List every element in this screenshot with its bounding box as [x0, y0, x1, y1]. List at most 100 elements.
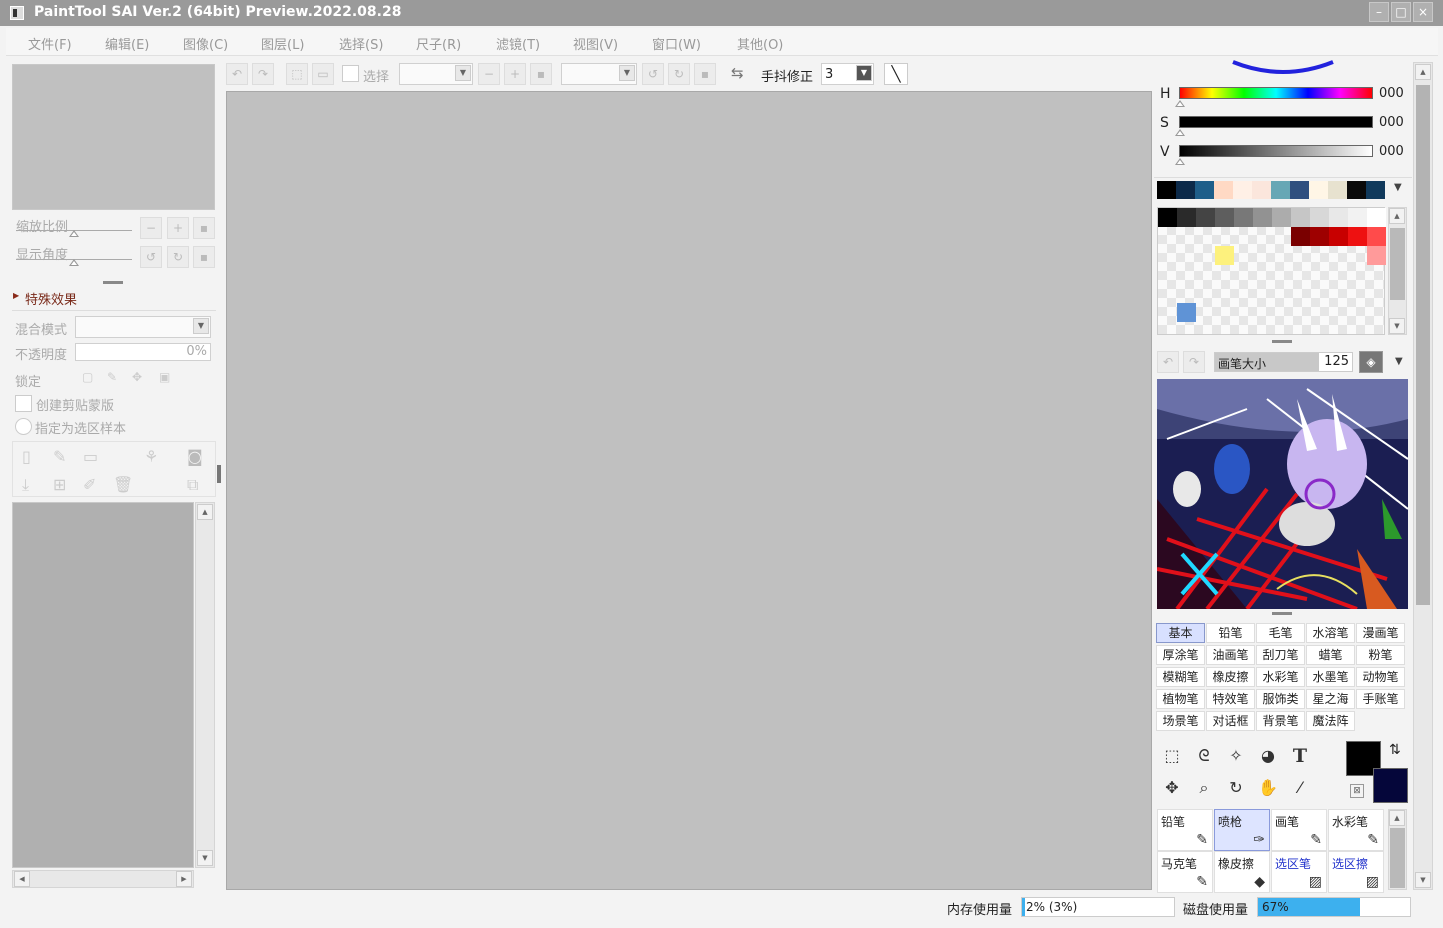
- brush-slot-5[interactable]: 橡皮擦 ◆: [1214, 851, 1270, 893]
- zoom-combo[interactable]: ▼: [399, 63, 473, 85]
- expand-arrow-icon[interactable]: ▶: [13, 291, 19, 300]
- right-panel-scrollbar[interactable]: ▲ ▼: [1413, 62, 1433, 890]
- value-thumb[interactable]: [1175, 158, 1185, 165]
- color-wheel-icon[interactable]: [1228, 58, 1338, 76]
- shape-icon[interactable]: ◕: [1254, 742, 1282, 770]
- brush-slot-2[interactable]: 画笔 ✎: [1271, 809, 1327, 851]
- saturation-thumb[interactable]: [1175, 129, 1185, 136]
- panel-splitter[interactable]: [103, 281, 123, 284]
- brush-slot-3[interactable]: 水彩笔 ✎: [1328, 809, 1384, 851]
- palette-swatch[interactable]: [1196, 208, 1215, 227]
- rotate-icon[interactable]: ↻: [1222, 774, 1250, 802]
- palette-swatch[interactable]: [1310, 208, 1329, 227]
- zoom-reset-button[interactable]: ▪: [193, 217, 215, 239]
- recent-color-swatch[interactable]: [1290, 181, 1309, 199]
- clip-checkbox[interactable]: [15, 395, 32, 412]
- brush-slot-4[interactable]: 马克笔 ✎: [1157, 851, 1213, 893]
- palette-swatch[interactable]: [1348, 208, 1367, 227]
- select-checkbox[interactable]: [342, 65, 359, 82]
- menu-view[interactable]: 视图(V): [573, 34, 618, 53]
- menu-filter[interactable]: 滤镜(T): [496, 34, 540, 53]
- rotate-left-button[interactable]: ↺: [140, 246, 162, 268]
- brush-redo-button[interactable]: ↷: [1183, 351, 1205, 373]
- left-panel-splitter[interactable]: [217, 465, 221, 483]
- hand-icon[interactable]: ✋: [1254, 774, 1282, 802]
- scroll-up-icon[interactable]: ▲: [1415, 64, 1431, 80]
- palette-swatch[interactable]: [1272, 208, 1291, 227]
- palette-swatch[interactable]: [1329, 208, 1348, 227]
- rotate-right-button[interactable]: ↻: [167, 246, 189, 268]
- s-value[interactable]: 000: [1379, 115, 1404, 130]
- zoom-thumb[interactable]: [69, 230, 79, 237]
- scroll-up-icon[interactable]: ▲: [197, 504, 213, 520]
- toolbar-zoom-in-button[interactable]: +: [504, 63, 526, 85]
- menu-window[interactable]: 窗口(W): [652, 34, 701, 53]
- brush-category-4[interactable]: 漫画笔: [1356, 623, 1405, 643]
- reset-colors-icon[interactable]: ⊠: [1350, 784, 1364, 798]
- swatch-splitter[interactable]: [1272, 340, 1292, 343]
- brush-category-9[interactable]: 粉笔: [1356, 645, 1405, 665]
- brush-category-0[interactable]: 基本: [1156, 623, 1205, 643]
- palette-swatch[interactable]: [1234, 208, 1253, 227]
- v-value[interactable]: 000: [1379, 144, 1404, 159]
- invert-selection-button[interactable]: ▭: [312, 63, 334, 85]
- recent-color-swatch[interactable]: [1347, 181, 1366, 199]
- effects-label[interactable]: 特殊效果: [25, 289, 77, 308]
- zoom-in-button[interactable]: +: [167, 217, 189, 239]
- palette-swatch[interactable]: [1158, 208, 1177, 227]
- brush-category-11[interactable]: 橡皮擦: [1206, 667, 1255, 687]
- swatch-scrollbar[interactable]: ▲ ▼: [1388, 207, 1407, 335]
- angle-combo[interactable]: ▼: [561, 63, 637, 85]
- brush-category-18[interactable]: 星之海: [1306, 689, 1355, 709]
- magic-wand-icon[interactable]: ✧: [1222, 742, 1250, 770]
- brush-size-value[interactable]: 125: [1324, 354, 1349, 369]
- palette-swatch[interactable]: [1215, 246, 1234, 265]
- brush-category-7[interactable]: 刮刀笔: [1256, 645, 1305, 665]
- saturation-slider[interactable]: [1179, 116, 1373, 128]
- zoom-icon[interactable]: ⌕: [1190, 774, 1218, 802]
- menu-file[interactable]: 文件(F): [28, 34, 72, 53]
- scroll-up-icon[interactable]: ▲: [1389, 810, 1405, 826]
- recent-color-swatch[interactable]: [1157, 181, 1176, 199]
- merge-down-icon[interactable]: ⤓: [22, 475, 29, 495]
- recent-color-swatch[interactable]: [1328, 181, 1347, 199]
- new-layer-icon[interactable]: ▯: [22, 447, 31, 466]
- brush-category-5[interactable]: 厚涂笔: [1156, 645, 1205, 665]
- swatch-scroll-thumb[interactable]: [1390, 228, 1405, 300]
- close-button[interactable]: ×: [1413, 2, 1433, 22]
- layer-transfer-icon[interactable]: ⧉: [187, 475, 198, 495]
- brush-menu-chevron-icon[interactable]: ▼: [1395, 356, 1403, 367]
- text-icon[interactable]: T: [1286, 742, 1314, 770]
- brush-category-22[interactable]: 背景笔: [1256, 711, 1305, 731]
- palette-swatch[interactable]: [1215, 208, 1234, 227]
- maximize-button[interactable]: □: [1391, 2, 1411, 22]
- scroll-down-icon[interactable]: ▼: [197, 850, 213, 866]
- toolbar-rotate-left-button[interactable]: ↺: [642, 63, 664, 85]
- line-mode-button[interactable]: ╲: [884, 63, 908, 85]
- brush-slots-scrollbar[interactable]: ▲: [1388, 809, 1407, 890]
- swap-colors-icon[interactable]: ⇅: [1389, 742, 1401, 758]
- blend-mode-select[interactable]: ▼: [75, 316, 211, 338]
- brush-undo-button[interactable]: ↶: [1157, 351, 1179, 373]
- brush-category-23[interactable]: 魔法阵: [1306, 711, 1355, 731]
- layer-list-scrollbar[interactable]: ▲ ▼: [195, 502, 215, 868]
- brush-category-15[interactable]: 植物笔: [1156, 689, 1205, 709]
- menu-ruler[interactable]: 尺子(R): [416, 34, 461, 53]
- brush-slot-6[interactable]: 选区笔 ▨: [1271, 851, 1327, 893]
- layer-list[interactable]: [12, 502, 194, 868]
- toolbar-zoom-reset-button[interactable]: ▪: [530, 63, 552, 85]
- lasso-icon[interactable]: ᘓ: [1190, 742, 1218, 770]
- hue-slider[interactable]: [1179, 87, 1373, 99]
- opacity-field[interactable]: 0%: [75, 343, 211, 361]
- palette-swatch[interactable]: [1367, 227, 1386, 246]
- menu-layer[interactable]: 图层(L): [261, 34, 304, 53]
- lock-paint-icon[interactable]: ✎: [107, 370, 117, 384]
- toolbar-rotate-right-button[interactable]: ↻: [668, 63, 690, 85]
- undo-button[interactable]: ↶: [226, 63, 248, 85]
- menu-select[interactable]: 选择(S): [339, 34, 383, 53]
- palette-swatch[interactable]: [1253, 208, 1272, 227]
- recent-color-swatch[interactable]: [1195, 181, 1214, 199]
- brush-category-14[interactable]: 动物笔: [1356, 667, 1405, 687]
- right-panel-scroll-thumb[interactable]: [1416, 85, 1430, 605]
- brush-category-13[interactable]: 水墨笔: [1306, 667, 1355, 687]
